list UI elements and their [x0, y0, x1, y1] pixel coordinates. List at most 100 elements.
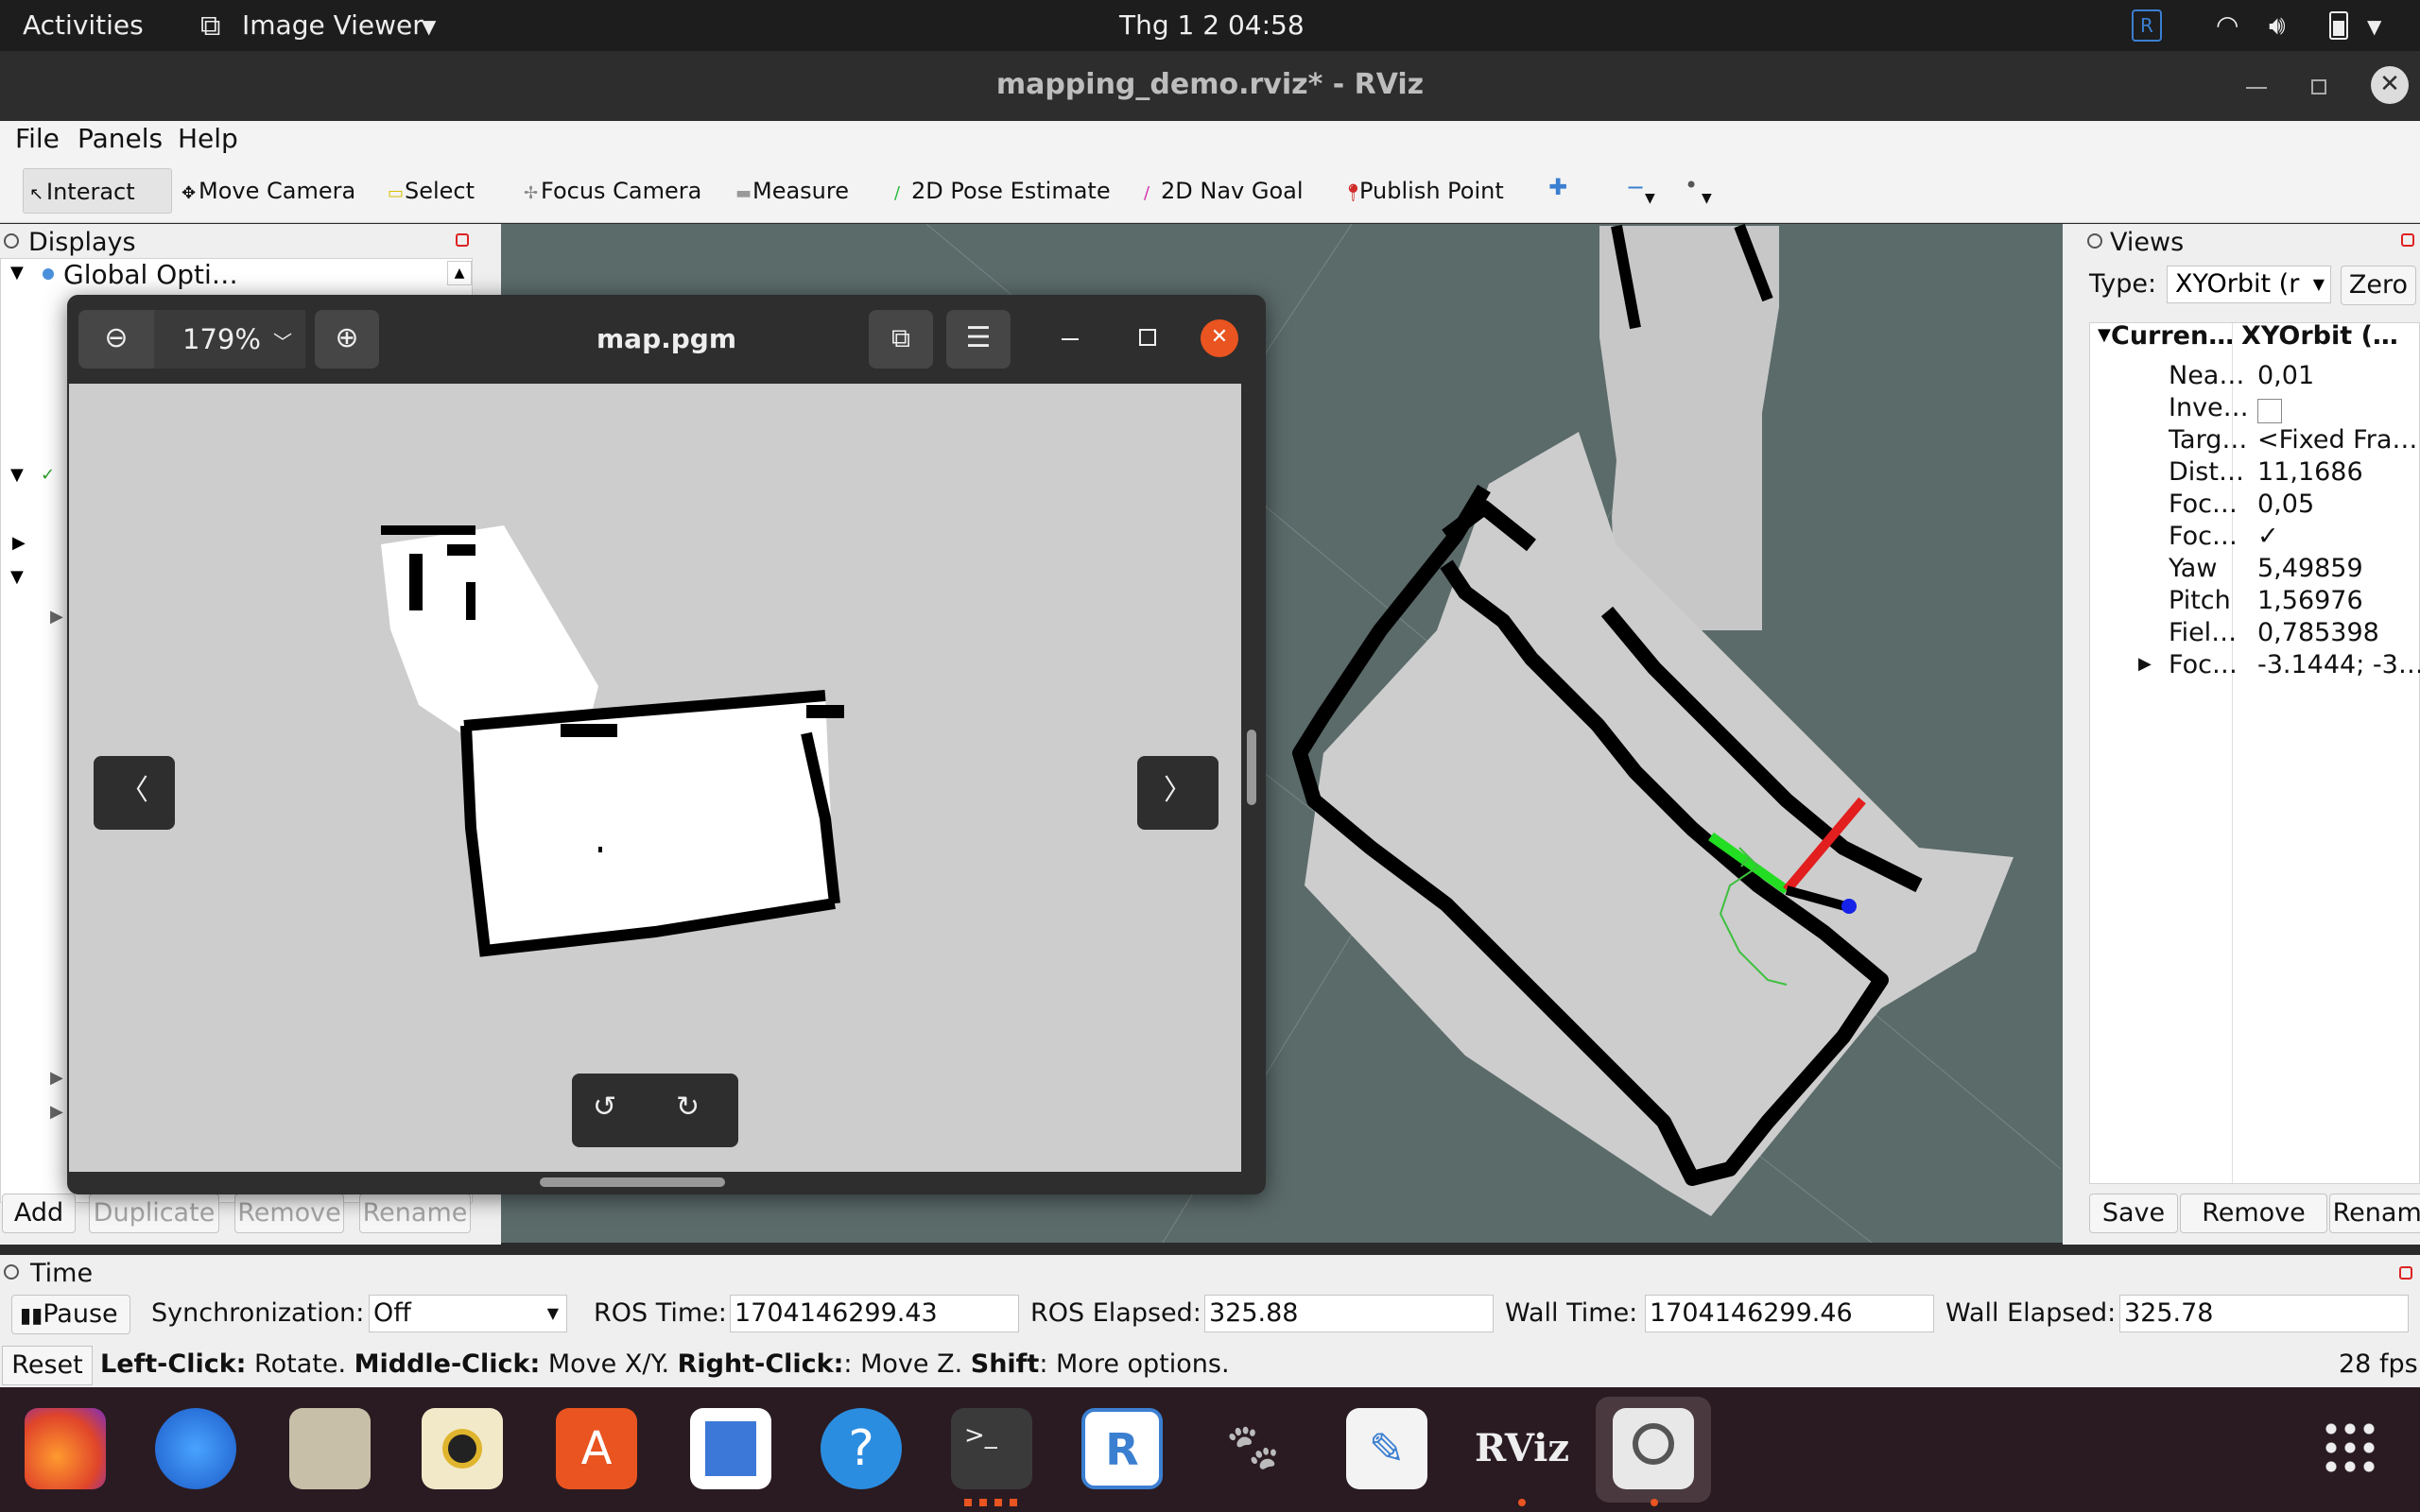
- menu-file[interactable]: File: [15, 123, 60, 154]
- tool-move-camera[interactable]: ✥ Move Camera: [176, 168, 361, 214]
- volume-icon[interactable]: 🔊︎: [2269, 9, 2286, 42]
- collapse-arrow-icon[interactable]: ▶: [12, 533, 26, 553]
- panel-float-icon[interactable]: [2087, 233, 2102, 249]
- gimp-icon[interactable]: 🐾︎: [1212, 1408, 1293, 1489]
- rename-view-button[interactable]: Rename: [2329, 1194, 2420, 1233]
- rotate-left-icon[interactable]: ↺: [593, 1091, 616, 1124]
- vnc-tray-icon[interactable]: R: [2132, 9, 2162, 42]
- duplicate-display-button[interactable]: Duplicate: [89, 1194, 219, 1233]
- collapse-arrow-icon[interactable]: ▶: [50, 607, 63, 627]
- displays-close-icon[interactable]: [456, 233, 469, 247]
- collapse-arrow-icon[interactable]: ▶: [50, 1102, 63, 1122]
- view-property-value[interactable]: ✓: [2257, 522, 2279, 551]
- battery-icon[interactable]: [2329, 11, 2348, 40]
- view-property-value[interactable]: -3.1444; -3…: [2257, 650, 2420, 679]
- remove-tool-chevron-down-icon[interactable]: ▼: [1645, 191, 1655, 206]
- tool-properties-icon[interactable]: •: [1685, 172, 1698, 198]
- image-viewer-icon[interactable]: [1613, 1408, 1694, 1489]
- panel-float-icon[interactable]: [4, 1264, 19, 1280]
- rviz-icon[interactable]: RViz: [1475, 1408, 1569, 1489]
- wall-elapsed-field[interactable]: 325.78: [2119, 1295, 2409, 1332]
- activities-button[interactable]: Activities: [23, 9, 144, 41]
- text-editor-icon[interactable]: ✎: [1346, 1408, 1427, 1489]
- save-view-button[interactable]: Save: [2089, 1194, 2178, 1233]
- expand-arrow-icon[interactable]: ▼: [10, 465, 24, 485]
- menu-panels[interactable]: Panels: [78, 123, 163, 154]
- clock[interactable]: Thg 1 2 04:58: [1119, 9, 1305, 41]
- system-menu-chevron-down-icon[interactable]: ▼: [2367, 15, 2381, 38]
- zoom-out-icon[interactable]: ⊖: [78, 310, 154, 369]
- tool-publish-point[interactable]: 📍︎Publish Point: [1337, 168, 1510, 214]
- remove-display-button[interactable]: Remove: [234, 1194, 344, 1233]
- close-icon[interactable]: ✕: [2371, 66, 2409, 104]
- add-display-button[interactable]: Add: [2, 1194, 76, 1233]
- vertical-scrollbar[interactable]: [1247, 730, 1256, 805]
- tool-properties-chevron-down-icon[interactable]: ▼: [1702, 191, 1712, 206]
- help-icon[interactable]: ?: [821, 1408, 902, 1489]
- view-property-value[interactable]: 1,56976: [2257, 586, 2363, 615]
- minimize-icon[interactable]: [1062, 338, 1079, 340]
- thunderbird-icon[interactable]: [155, 1408, 236, 1489]
- close-icon[interactable]: ✕: [1201, 319, 1238, 357]
- view-property-value[interactable]: 0,785398: [2257, 618, 2379, 647]
- wall-time-field[interactable]: 1704146299.46: [1645, 1295, 1934, 1332]
- maximize-icon[interactable]: [2311, 79, 2326, 94]
- app-menu-label[interactable]: Image Viewer: [242, 9, 424, 41]
- zero-button[interactable]: Zero: [2341, 266, 2416, 305]
- pause-button[interactable]: ▮▮Pause: [11, 1295, 130, 1334]
- previous-image-icon[interactable]: 〈: [94, 756, 175, 830]
- fit-to-window-icon[interactable]: ⧉: [869, 310, 933, 369]
- rename-display-button[interactable]: Rename: [359, 1194, 471, 1233]
- tool-select[interactable]: ▭Select: [382, 168, 480, 214]
- tool-focus-camera[interactable]: ✢ Focus Camera: [518, 168, 707, 214]
- remove-view-button[interactable]: Remove: [2180, 1194, 2327, 1233]
- collapse-arrow-icon[interactable]: ▶: [50, 1068, 63, 1088]
- app-menu-chevron-down-icon[interactable]: ▼: [422, 15, 436, 38]
- document-viewer-icon[interactable]: [690, 1408, 771, 1489]
- horizontal-scrollbar[interactable]: [540, 1177, 725, 1187]
- expand-arrow-icon[interactable]: ▼: [2098, 325, 2111, 345]
- zoom-in-icon[interactable]: ⊕: [315, 310, 379, 369]
- show-apps-icon[interactable]: [2322, 1419, 2380, 1478]
- view-property-value[interactable]: [2257, 399, 2282, 423]
- view-type-select[interactable]: XYOrbit (r ▼: [2167, 266, 2331, 303]
- zoom-chevron-down-icon[interactable]: ﹀: [273, 327, 292, 354]
- tool-interact[interactable]: ↖ Interact: [23, 168, 172, 214]
- view-property-value[interactable]: 0,01: [2257, 361, 2314, 390]
- remove-tool-icon[interactable]: −: [1626, 174, 1645, 200]
- scroll-up-icon[interactable]: ▲: [447, 261, 472, 285]
- hamburger-menu-icon[interactable]: ☰: [946, 310, 1011, 369]
- tool-2d-pose-estimate[interactable]: / 2D Pose Estimate: [889, 168, 1116, 214]
- reset-button[interactable]: Reset: [2, 1346, 93, 1385]
- files-icon[interactable]: [289, 1408, 371, 1489]
- tool-2d-nav-goal[interactable]: / 2D Nav Goal: [1138, 168, 1309, 214]
- software-store-icon[interactable]: A: [556, 1408, 637, 1489]
- terminal-icon[interactable]: >_: [951, 1408, 1032, 1489]
- menu-help[interactable]: Help: [178, 123, 238, 154]
- expand-arrow-icon[interactable]: ▼: [10, 263, 24, 283]
- view-property-value[interactable]: <Fixed Fra…: [2257, 425, 2417, 455]
- add-tool-icon[interactable]: ✚: [1548, 174, 1567, 200]
- expand-arrow-icon[interactable]: ▼: [10, 567, 24, 587]
- display-item-global-options[interactable]: Global Opti…: [63, 259, 238, 290]
- minimize-icon[interactable]: [2246, 87, 2267, 89]
- ros-elapsed-field[interactable]: 325.88: [1204, 1295, 1494, 1332]
- view-property-value[interactable]: 11,1686: [2257, 457, 2363, 487]
- ros-time-field[interactable]: 1704146299.43: [730, 1295, 1019, 1332]
- view-property-value[interactable]: 5,49859: [2257, 554, 2363, 583]
- wifi-icon[interactable]: ◠: [2216, 9, 2238, 41]
- next-image-icon[interactable]: 〉: [1137, 756, 1219, 830]
- time-close-icon[interactable]: [2399, 1266, 2412, 1280]
- sync-select[interactable]: Off ▼: [369, 1295, 567, 1332]
- views-close-icon[interactable]: [2401, 233, 2414, 247]
- maximize-icon[interactable]: [1139, 329, 1156, 346]
- collapse-arrow-icon[interactable]: ▶: [2138, 654, 2152, 674]
- image-canvas[interactable]: 〈 〉 ↺ ↻: [69, 384, 1241, 1172]
- panel-float-icon[interactable]: [4, 233, 19, 249]
- rotate-right-icon[interactable]: ↻: [676, 1091, 700, 1124]
- view-property-value[interactable]: 0,05: [2257, 490, 2314, 519]
- rhythmbox-icon[interactable]: [422, 1408, 503, 1489]
- tool-measure[interactable]: ▬Measure: [730, 168, 855, 214]
- firefox-icon[interactable]: [25, 1408, 106, 1489]
- realvnc-icon[interactable]: R: [1081, 1408, 1163, 1489]
